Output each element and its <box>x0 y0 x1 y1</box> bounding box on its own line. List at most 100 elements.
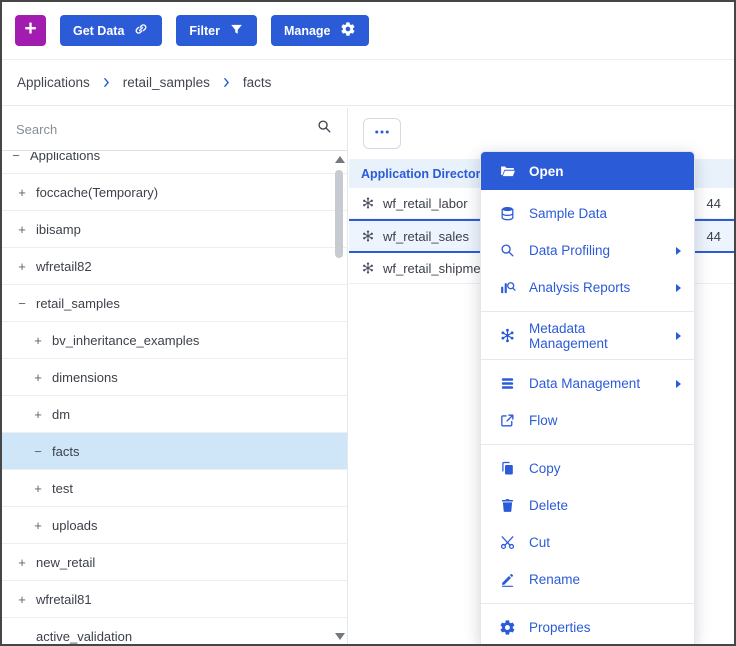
menu-item-properties[interactable]: Properties <box>481 609 694 644</box>
tree-item-label: Applications <box>30 152 100 163</box>
menu-item-label: Cut <box>529 535 550 550</box>
sidebar: −Applications +foccache(Temporary) +ibis… <box>2 108 348 644</box>
tree-item-label: retail_samples <box>36 296 120 311</box>
manage-button[interactable]: Manage <box>271 15 369 46</box>
expand-icon[interactable]: + <box>15 592 29 607</box>
tree-item-label: ibisamp <box>36 222 81 237</box>
get-data-label: Get Data <box>73 24 124 38</box>
get-data-button[interactable]: Get Data <box>60 15 162 46</box>
collapse-icon[interactable]: − <box>15 296 29 311</box>
magnifier-icon <box>499 242 516 259</box>
flow-icon <box>499 412 516 429</box>
file-name: wf_retail_labor <box>383 196 468 211</box>
menu-item-copy[interactable]: Copy <box>481 450 694 487</box>
expand-icon[interactable]: + <box>31 407 45 422</box>
expand-icon[interactable]: + <box>31 333 45 348</box>
collapse-icon[interactable]: − <box>31 444 45 459</box>
trash-icon <box>499 497 516 514</box>
expand-icon[interactable]: + <box>31 370 45 385</box>
tree-item-wfretail81[interactable]: + wfretail81 <box>2 581 347 618</box>
submenu-arrow-icon <box>676 247 681 255</box>
tree-item-uploads[interactable]: + uploads <box>2 507 347 544</box>
expand-icon[interactable]: + <box>15 222 29 237</box>
expand-icon[interactable]: + <box>31 518 45 533</box>
metadata-node-icon <box>499 327 516 344</box>
collapse-icon[interactable]: − <box>9 152 23 163</box>
table-header-label: Application Directories <box>361 167 498 181</box>
chart-search-icon <box>499 279 516 296</box>
tree-item-dimensions[interactable]: + dimensions <box>2 359 347 396</box>
menu-item-cut[interactable]: Cut <box>481 524 694 561</box>
plus-icon: + <box>24 17 36 41</box>
gear-icon <box>499 619 516 636</box>
menu-item-analysis-reports[interactable]: Analysis Reports <box>481 269 694 306</box>
more-options-button[interactable] <box>363 118 401 149</box>
menu-item-label: Properties <box>529 620 591 635</box>
tree-item-ibisamp[interactable]: + ibisamp <box>2 211 347 248</box>
tree-item-dm[interactable]: + dm <box>2 396 347 433</box>
tree-item-new-retail[interactable]: + new_retail <box>2 544 347 581</box>
menu-item-metadata-management[interactable]: Metadata Management <box>481 317 694 354</box>
submenu-arrow-icon <box>676 380 681 388</box>
tree-item-active-validation[interactable]: active_validation <box>2 618 347 644</box>
tree-item-facts[interactable]: −facts <box>2 433 347 470</box>
menu-item-label: Data Management <box>529 376 640 391</box>
menu-group: Copy Delete Cut Rename <box>481 445 694 603</box>
breadcrumb-facts[interactable]: facts <box>243 75 272 90</box>
menu-item-delete[interactable]: Delete <box>481 487 694 524</box>
search-bar <box>2 108 347 151</box>
tree-item-label: new_retail <box>36 555 95 570</box>
expand-icon[interactable]: + <box>15 259 29 274</box>
expand-icon[interactable]: + <box>15 555 29 570</box>
file-name: wf_retail_sales <box>383 229 469 244</box>
menu-group: Properties <box>481 604 694 644</box>
tree-item-bv-inheritance-examples[interactable]: +bv_inheritance_examples <box>2 322 347 359</box>
menu-item-data-profiling[interactable]: Data Profiling <box>481 232 694 269</box>
menu-item-open[interactable]: Open <box>481 152 694 190</box>
folder-tree: −Applications +foccache(Temporary) +ibis… <box>2 152 347 644</box>
expand-icon[interactable]: + <box>31 481 45 496</box>
menu-item-rename[interactable]: Rename <box>481 561 694 598</box>
menu-item-flow[interactable]: Flow <box>481 402 694 439</box>
tree-item-label: uploads <box>52 518 98 533</box>
scroll-up-icon[interactable] <box>335 156 345 163</box>
tree-scrollbar[interactable] <box>333 154 345 642</box>
menu-group: Data Management Flow <box>481 360 694 444</box>
filter-label: Filter <box>189 24 220 38</box>
tree-item-label: dm <box>52 407 70 422</box>
metadata-node-icon <box>361 229 375 243</box>
menu-item-data-management[interactable]: Data Management <box>481 365 694 402</box>
file-name: wf_retail_shipment <box>383 261 491 276</box>
add-button[interactable]: + <box>15 15 46 46</box>
search-icon[interactable] <box>316 118 333 140</box>
tree-item-wfretail82[interactable]: + wfretail82 <box>2 248 347 285</box>
menu-item-label: Rename <box>529 572 580 587</box>
search-input[interactable] <box>16 122 308 137</box>
scrollbar-thumb[interactable] <box>335 170 343 258</box>
tree-item-foccache[interactable]: + foccache(Temporary) <box>2 174 347 211</box>
tree-item-applications[interactable]: −Applications <box>2 152 347 174</box>
tree-item-label: test <box>52 481 73 496</box>
tree-item-label: foccache(Temporary) <box>36 185 158 200</box>
tree-item-retail-samples[interactable]: −retail_samples <box>2 285 347 322</box>
rename-icon <box>499 571 516 588</box>
layers-icon <box>499 375 516 392</box>
link-icon <box>133 21 149 40</box>
tree-item-label: wfretail82 <box>36 259 92 274</box>
menu-item-label: Metadata Management <box>529 321 663 351</box>
tree-item-label: wfretail81 <box>36 592 92 607</box>
menu-item-label: Open <box>529 164 564 179</box>
menu-group: Sample Data Data Profiling Analysis Repo… <box>481 190 694 311</box>
breadcrumb-retail-samples[interactable]: retail_samples <box>123 75 210 90</box>
tree-item-label: dimensions <box>52 370 118 385</box>
menu-item-label: Copy <box>529 461 561 476</box>
application-window: + Get Data Filter Manage Applications re… <box>0 0 736 646</box>
breadcrumb-applications[interactable]: Applications <box>17 75 90 90</box>
menu-item-label: Sample Data <box>529 206 607 221</box>
scroll-down-icon[interactable] <box>335 633 345 640</box>
menu-item-sample-data[interactable]: Sample Data <box>481 195 694 232</box>
tree-item-test[interactable]: + test <box>2 470 347 507</box>
submenu-arrow-icon <box>676 332 681 340</box>
expand-icon[interactable]: + <box>15 185 29 200</box>
filter-button[interactable]: Filter <box>176 15 257 46</box>
